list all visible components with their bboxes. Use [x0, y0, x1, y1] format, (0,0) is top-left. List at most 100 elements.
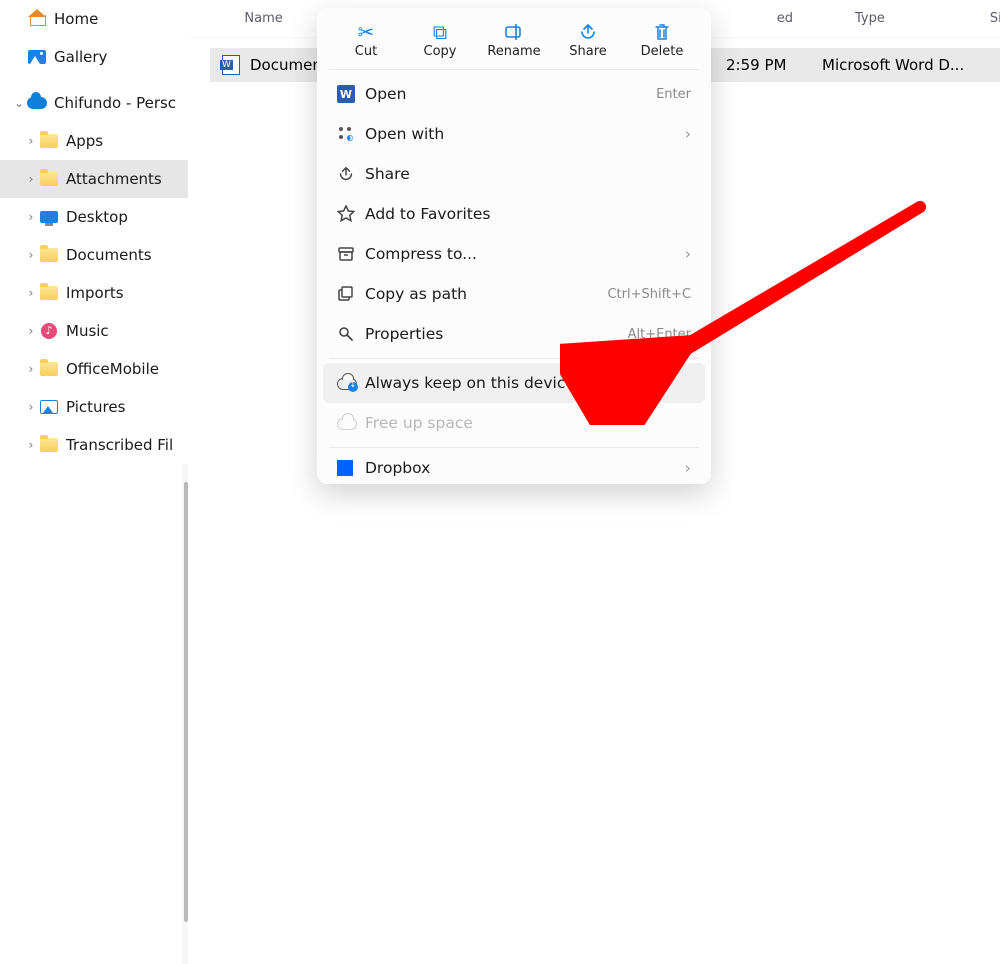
chevron-right-icon[interactable]: ›	[24, 400, 38, 414]
sidebar-item-label: Documents	[66, 246, 152, 264]
rename-icon	[503, 20, 525, 44]
context-menu: ✂ Cut ⧉ Copy Rename Share Delete W Open …	[317, 8, 711, 484]
menu-open-with[interactable]: Open with ›	[323, 114, 705, 154]
label: Copy	[424, 44, 457, 59]
archive-icon	[337, 245, 365, 263]
col-name-header[interactable]: Name	[244, 11, 282, 26]
cut-button[interactable]: ✂ Cut	[335, 20, 397, 59]
gallery-icon	[26, 50, 48, 64]
sidebar-item-onedrive[interactable]: ⌄ Chifundo - Persc	[0, 84, 188, 122]
menu-dropbox[interactable]: Dropbox ›	[323, 452, 705, 484]
separator	[329, 447, 699, 448]
menu-free-up-space: Free up space	[323, 403, 705, 443]
separator	[329, 358, 699, 359]
sidebar-item-imports[interactable]: › Imports	[0, 274, 188, 312]
share-icon	[578, 20, 598, 44]
col-type-header[interactable]: Type	[855, 11, 885, 26]
label: Share	[365, 165, 410, 183]
cloud-download-icon	[337, 376, 365, 390]
sidebar-item-apps[interactable]: › Apps	[0, 122, 188, 160]
label: Free up space	[365, 414, 473, 432]
sidebar-item-label: Music	[66, 322, 109, 340]
menu-add-favorites[interactable]: Add to Favorites	[323, 194, 705, 234]
word-app-icon: W	[337, 85, 355, 103]
chevron-right-icon[interactable]: ›	[24, 438, 38, 452]
sidebar-item-music[interactable]: › ♪ Music	[0, 312, 188, 350]
context-menu-toolbar: ✂ Cut ⧉ Copy Rename Share Delete	[323, 16, 705, 69]
menu-open[interactable]: W Open Enter	[323, 74, 705, 114]
sidebar-item-transcribed[interactable]: › Transcribed Fil	[0, 426, 188, 464]
col-size-header[interactable]: Size	[990, 11, 1000, 26]
share-button[interactable]: Share	[557, 20, 619, 59]
sidebar-item-documents[interactable]: › Documents	[0, 236, 188, 274]
copy-path-icon	[337, 285, 365, 303]
label: Dropbox	[365, 459, 430, 477]
sidebar-item-label: Home	[54, 10, 98, 28]
folder-icon	[38, 248, 60, 262]
file-type: Microsoft Word D...	[822, 56, 964, 74]
folder-icon	[38, 172, 60, 186]
dropbox-icon	[337, 460, 365, 476]
home-icon	[26, 11, 48, 27]
desktop-icon	[38, 211, 60, 223]
chevron-right-icon[interactable]: ›	[24, 248, 38, 262]
menu-always-keep[interactable]: Always keep on this device	[323, 363, 705, 403]
label: Share	[569, 44, 607, 59]
sidebar-item-attachments[interactable]: › Attachments	[0, 160, 188, 198]
chevron-right-icon[interactable]: ›	[24, 210, 38, 224]
folder-icon	[38, 362, 60, 376]
copy-icon: ⧉	[433, 20, 447, 44]
copy-button[interactable]: ⧉ Copy	[409, 20, 471, 59]
sidebar-item-label: Desktop	[66, 208, 128, 226]
sidebar-item-label: Attachments	[66, 170, 162, 188]
sidebar-item-desktop[interactable]: › Desktop	[0, 198, 188, 236]
file-date: 2:59 PM	[726, 56, 786, 74]
sidebar-item-label: Transcribed Fil	[66, 436, 173, 454]
label: Properties	[365, 325, 443, 343]
chevron-down-icon[interactable]: ⌄	[12, 96, 26, 110]
delete-icon	[653, 20, 671, 44]
nav-tree: Home Gallery ⌄ Chifundo - Persc › Apps ›…	[0, 0, 188, 500]
label: Copy as path	[365, 285, 467, 303]
sidebar-item-officemobile[interactable]: › OfficeMobile	[0, 350, 188, 388]
chevron-right-icon[interactable]: ›	[24, 324, 38, 338]
cloud-icon	[337, 416, 365, 430]
chevron-right-icon[interactable]: ›	[24, 362, 38, 376]
star-icon	[337, 205, 365, 223]
menu-share[interactable]: Share	[323, 154, 705, 194]
delete-button[interactable]: Delete	[631, 20, 693, 59]
sidebar-item-label: Pictures	[66, 398, 125, 416]
scrollbar-thumb[interactable]	[184, 482, 188, 922]
sidebar-item-home[interactable]: Home	[0, 0, 188, 38]
share-icon	[337, 165, 365, 183]
chevron-right-icon[interactable]: ›	[24, 172, 38, 186]
label: Cut	[355, 44, 377, 59]
menu-copy-path[interactable]: Copy as path Ctrl+Shift+C	[323, 274, 705, 314]
shortcut: Ctrl+Shift+C	[607, 287, 691, 302]
menu-properties[interactable]: Properties Alt+Enter	[323, 314, 705, 354]
label: Always keep on this device	[365, 374, 575, 392]
sidebar-item-pictures[interactable]: › Pictures	[0, 388, 188, 426]
onedrive-icon	[26, 97, 48, 109]
label: Open	[365, 85, 406, 103]
separator	[329, 69, 699, 70]
chevron-right-icon[interactable]: ›	[24, 286, 38, 300]
chevron-right-icon[interactable]: ›	[24, 134, 38, 148]
label: Delete	[641, 44, 684, 59]
menu-compress[interactable]: Compress to... ›	[323, 234, 705, 274]
folder-icon	[38, 438, 60, 452]
cut-icon: ✂	[358, 20, 375, 44]
label: Add to Favorites	[365, 205, 490, 223]
sidebar-item-label: Imports	[66, 284, 124, 302]
rename-button[interactable]: Rename	[483, 20, 545, 59]
scrollbar-track[interactable]	[182, 464, 188, 964]
word-document-icon	[222, 55, 240, 75]
sidebar-item-gallery[interactable]: Gallery	[0, 38, 188, 76]
sidebar-item-label: Apps	[66, 132, 103, 150]
shortcut: Enter	[656, 87, 691, 102]
folder-icon	[38, 286, 60, 300]
col-modified-header-tail[interactable]: ed	[777, 11, 793, 26]
folder-icon	[38, 134, 60, 148]
music-icon: ♪	[38, 323, 60, 339]
pictures-icon	[38, 400, 60, 414]
